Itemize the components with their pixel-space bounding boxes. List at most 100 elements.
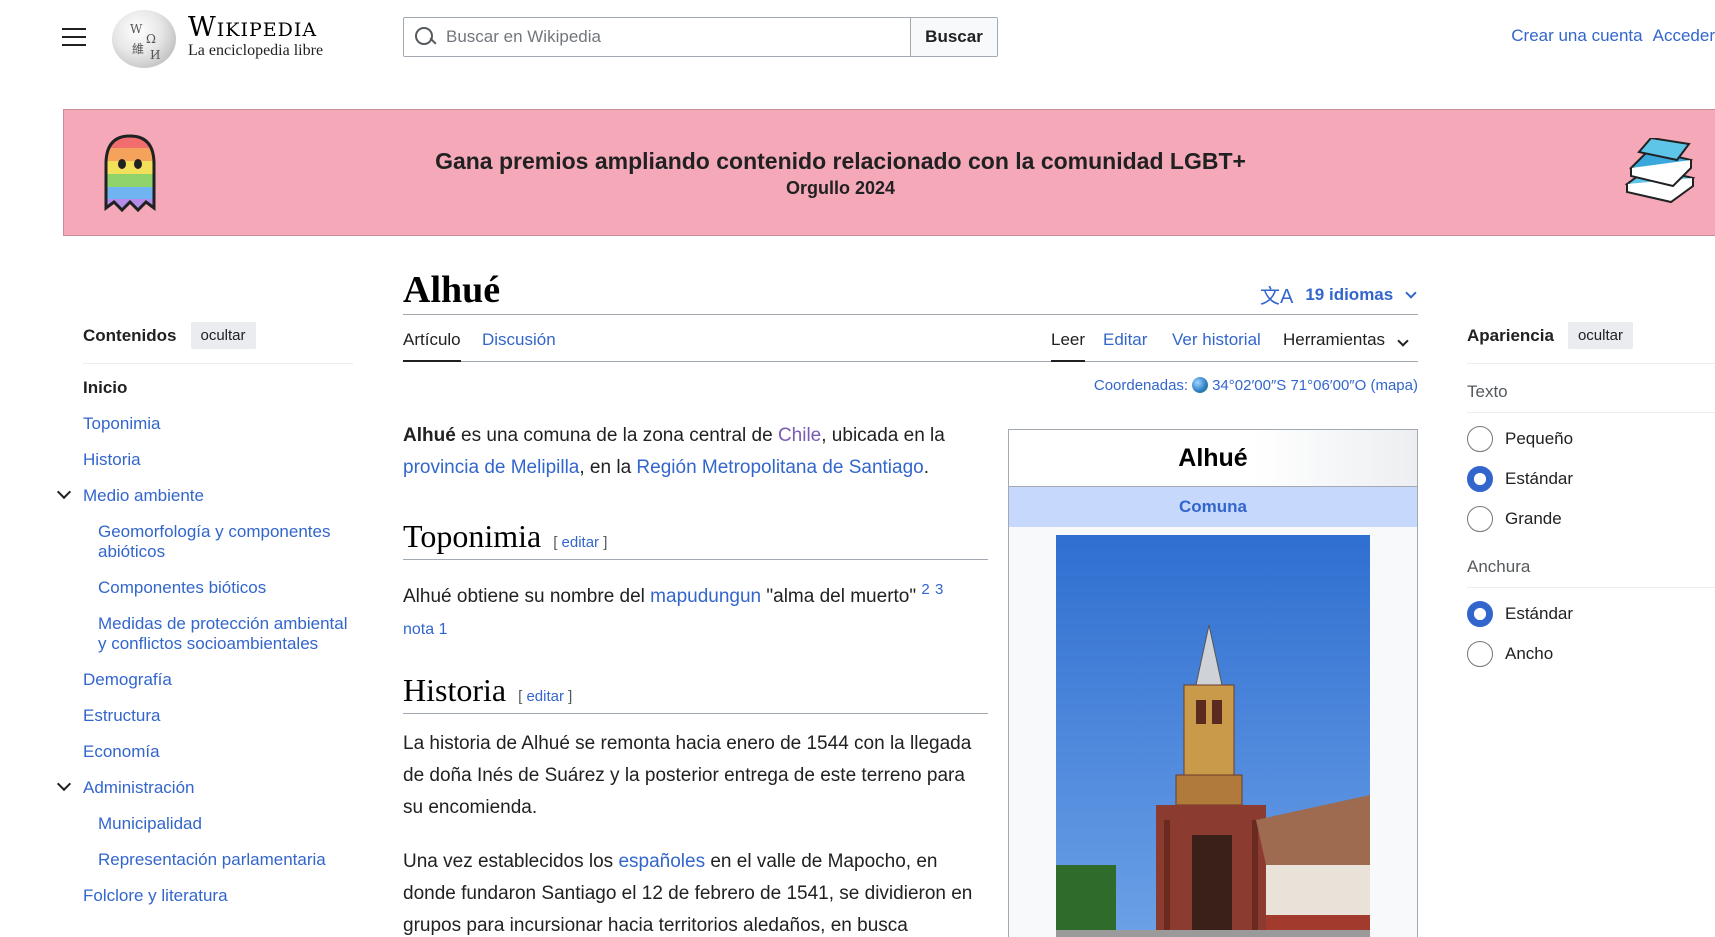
banner-title: Gana premios ampliando contenido relacio… — [435, 148, 1246, 174]
appearance-heading: Apariencia — [1467, 325, 1554, 345]
text-size-large-radio[interactable]: Grande — [1467, 499, 1715, 539]
link-region[interactable]: Región Metropolitana de Santiago — [636, 457, 923, 478]
tab-article[interactable]: Artículo — [403, 330, 461, 362]
radio-button[interactable] — [1467, 426, 1493, 452]
intro-text: , ubicada en la — [821, 425, 945, 446]
toc-item-demografia[interactable]: Demografía — [83, 670, 353, 690]
search-input[interactable]: Buscar en Wikipedia — [446, 27, 601, 47]
infobox-title: Alhué — [1009, 430, 1417, 487]
tools-menu[interactable]: Herramientas — [1283, 330, 1409, 362]
tab-edit[interactable]: Editar — [1103, 330, 1147, 362]
text-size-standard-radio[interactable]: Estándar — [1467, 459, 1715, 499]
appearance-hide-button[interactable]: ocultar — [1567, 322, 1633, 349]
church-photo[interactable] — [1056, 535, 1370, 937]
coordinates: Coordenadas: 34°02′00″S 71°06′00″O (mapa) — [1093, 377, 1418, 394]
toc-item-label[interactable]: Administración — [83, 778, 195, 797]
toc-item-componentes-bioticos[interactable]: Componentes bióticos — [83, 578, 353, 598]
section-title: Historia — [403, 672, 507, 708]
section-edit-link[interactable]: [ editar ] — [518, 688, 572, 705]
appearance-header: Apariencia ocultar — [1467, 322, 1715, 364]
section-title: Toponimia — [403, 518, 542, 554]
tab-history[interactable]: Ver historial — [1172, 330, 1261, 362]
chevron-down-icon[interactable] — [56, 776, 72, 792]
edit-link[interactable]: editar — [562, 534, 600, 551]
toc-item-label: Inicio — [83, 378, 128, 397]
search-field[interactable]: Buscar en Wikipedia — [404, 18, 910, 56]
radio-label: Ancho — [1505, 644, 1554, 663]
radio-button[interactable] — [1467, 506, 1493, 532]
table-of-contents: Contenidos ocultar Inicio Toponimia Hist… — [56, 322, 353, 922]
toc-item-toponimia[interactable]: Toponimia — [83, 414, 353, 434]
toc-item-historia[interactable]: Historia — [83, 450, 353, 470]
radio-label: Estándar — [1505, 469, 1574, 488]
search-icon — [414, 26, 436, 48]
wikipedia-tagline: La enciclopedia libre — [188, 42, 324, 59]
toc-item-medidas-proteccion[interactable]: Medidas de protección ambiental y confli… — [83, 614, 353, 654]
radio-label: Estándar — [1505, 604, 1574, 623]
link-mapudungun[interactable]: mapudungun — [650, 586, 761, 607]
paragraph-text: Alhué obtiene su nombre del — [403, 586, 651, 607]
wikipedia-globe-logo[interactable]: WΩ維И — [112, 10, 176, 68]
site-header: WΩ維И Wikipedia La enciclopedia libre Bus… — [0, 0, 1715, 70]
user-links: Crear una cuenta Acceder — [1501, 26, 1715, 46]
pride-banner[interactable]: Gana premios ampliando contenido relacio… — [63, 109, 1715, 236]
intro-text: , en la — [579, 457, 637, 478]
tools-label: Herramientas — [1283, 330, 1386, 349]
link-espanoles[interactable]: españoles — [618, 851, 705, 872]
chevron-down-icon — [1397, 335, 1409, 347]
books-icon — [1624, 138, 1696, 204]
ref-3[interactable]: 3 — [935, 581, 943, 598]
intro-text: es una comuna de la zona central de — [455, 425, 778, 446]
historia-paragraph-2: Una vez establecidos los españoles en el… — [403, 846, 988, 937]
link-melipilla[interactable]: provincia de Melipilla — [403, 457, 579, 478]
appearance-panel: Apariencia ocultar Texto Pequeño Estánda… — [1467, 322, 1715, 674]
text-size-small-radio[interactable]: Pequeño — [1467, 419, 1715, 459]
tab-read[interactable]: Leer — [1051, 330, 1086, 362]
coordinates-value[interactable]: 34°02′00″S 71°06′00″O — [1212, 377, 1366, 394]
radio-button[interactable] — [1467, 601, 1493, 627]
toc-item-geomorfologia[interactable]: Geomorfología y componentes abióticos — [83, 522, 353, 562]
banner-subtitle: Orgullo 2024 — [785, 178, 896, 198]
map-link[interactable]: mapa — [1375, 377, 1413, 394]
login-link[interactable]: Acceder — [1653, 26, 1715, 45]
chevron-down-icon[interactable] — [56, 484, 72, 500]
ref-2[interactable]: 2 — [921, 581, 929, 598]
radio-label: Pequeño — [1505, 429, 1574, 448]
toc-item-medio-ambiente[interactable]: Medio ambiente — [56, 484, 353, 506]
create-account-link[interactable]: Crear una cuenta — [1511, 26, 1642, 45]
toc-heading: Contenidos — [83, 325, 177, 345]
translate-icon: 文A — [1260, 286, 1294, 308]
radio-button[interactable] — [1467, 641, 1493, 667]
toc-item-label[interactable]: Medio ambiente — [83, 486, 204, 505]
radio-button[interactable] — [1467, 466, 1493, 492]
search-box: Buscar en Wikipedia Buscar — [403, 17, 998, 57]
radio-label: Grande — [1505, 509, 1562, 528]
language-selector[interactable]: 文A 19 idiomas — [1260, 280, 1417, 309]
page-title: Alhué — [403, 269, 501, 311]
toc-hide-button[interactable]: ocultar — [190, 322, 256, 349]
toc-item-inicio[interactable]: Inicio — [83, 378, 353, 398]
paragraph-text: "alma del muerto" — [761, 586, 922, 607]
toc-item-municipalidad[interactable]: Municipalidad — [83, 814, 353, 834]
link-chile[interactable]: Chile — [778, 425, 821, 446]
toc-item-folclore[interactable]: Folclore y literatura — [83, 886, 353, 906]
edit-link[interactable]: editar — [526, 688, 564, 705]
width-wide-radio[interactable]: Ancho — [1467, 634, 1715, 674]
main-menu-icon[interactable] — [62, 28, 86, 48]
wikipedia-wordmark[interactable]: Wikipedia — [188, 12, 317, 43]
width-standard-radio[interactable]: Estándar — [1467, 594, 1715, 634]
tab-discussion[interactable]: Discusión — [482, 330, 556, 362]
toc-item-estructura[interactable]: Estructura — [83, 706, 353, 726]
toc-item-administracion[interactable]: Administración — [56, 776, 353, 798]
section-historia-heading: Historia [ editar ] — [403, 672, 988, 714]
section-edit-link[interactable]: [ editar ] — [553, 534, 607, 551]
globe-icon — [1192, 377, 1209, 393]
search-button[interactable]: Buscar — [910, 18, 997, 56]
intro-text: . — [923, 457, 930, 478]
infobox-type[interactable]: Comuna — [1009, 487, 1417, 527]
section-toponimia-heading: Toponimia [ editar ] — [403, 518, 988, 560]
note-1[interactable]: nota 1 — [403, 621, 447, 638]
paragraph-text: Una vez establecidos los — [403, 851, 619, 872]
toc-item-representacion[interactable]: Representación parlamentaria — [83, 850, 353, 870]
toc-item-economia[interactable]: Economía — [83, 742, 353, 762]
